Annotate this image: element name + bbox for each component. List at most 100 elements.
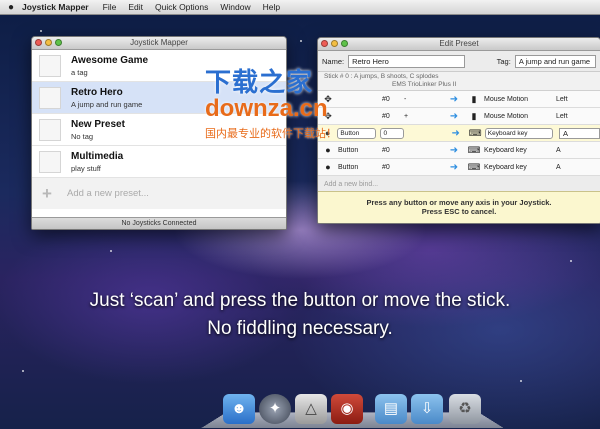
watermark-slogan: 国内最专业的软件下载站！ [205,128,337,140]
arrow-right-icon: ➜ [451,127,460,139]
binding-row[interactable]: ✥ #0 - ➜ ▮ Mouse Motion Left [318,91,600,108]
menu-file[interactable]: File [103,2,117,12]
preset-thumbnail [39,54,61,77]
preset-thumbnail [39,150,61,173]
plus-icon: + [42,183,52,203]
apple-menu-icon[interactable]: ● [0,2,22,13]
window-titlebar[interactable]: Edit Preset [318,38,600,51]
binding-input-type: Button [338,163,359,171]
binding-value: Left [556,112,568,120]
name-field[interactable]: Retro Hero [348,54,465,68]
edit-preset-window: Edit Preset Name: Retro Hero Tag: A jump… [317,37,600,224]
star [520,380,522,382]
binding-row[interactable]: ✥ #0 + ➜ ▮ Mouse Motion Left [318,108,600,125]
index-popup[interactable]: 0 [380,127,404,139]
binding-row[interactable]: ● Button #0 ➜ ⌨ Keyboard key A [318,159,600,176]
binding-sign: - [404,95,407,103]
star [110,250,112,252]
binding-index: #0 [382,146,390,154]
zoom-button[interactable] [341,40,348,47]
input-type-popup[interactable]: Button [337,127,377,139]
joystick-mapper-dock-icon[interactable]: ◉ [331,394,363,424]
preset-name: Retro Hero [71,86,123,98]
star [300,40,302,42]
action-popup[interactable]: Keyboard key [484,127,553,139]
menu-window[interactable]: Window [220,2,250,12]
scan-prompt-overlay: Press any button or move any axis in you… [318,191,600,223]
star [570,260,572,262]
caption-line2: No fiddling necessary. [207,318,393,339]
watermark: 下载之家 downza.cn 国内最专业的软件下载站！ [205,62,337,141]
binding-sign: + [404,112,409,120]
status-bar: No Joysticks Connected [32,217,286,229]
scan-prompt-line1: Press any button or move any axis in you… [366,198,552,207]
arrow-right-icon: ➜ [449,161,459,173]
zoom-button[interactable] [55,39,62,46]
preset-name: Multimedia [71,150,124,162]
preset-tag: play stuff [71,163,101,173]
binding-action: Keyboard key [484,146,527,154]
mouse-icon: ▮ [471,110,477,121]
gamepad-icon: ● [325,145,331,155]
preset-name: New Preset [71,118,125,130]
launchpad-icon[interactable]: ✦ [259,394,291,424]
joystick-model: EMS TrioLinker Plus II [392,81,457,88]
caption-line1: Just ‘scan’ and press the button or move… [89,290,511,311]
binding-input-type: Button [338,146,359,154]
close-button[interactable] [35,39,42,46]
star [40,30,42,32]
arrow-right-icon: ➜ [449,93,459,105]
binding-action: Mouse Motion [484,112,528,120]
binding-row-editing[interactable]: ● Button 0 ➜ ⌨ Keyboard key A [318,125,600,142]
binding-index: #0 [382,163,390,171]
promo-caption: Just ‘scan’ and press the button or move… [0,287,600,343]
gamepad-app-icon[interactable]: △ [295,394,327,424]
keyboard-icon: ⌨ [467,161,481,172]
add-preset-row[interactable]: + Add a new preset... [32,178,286,209]
preset-thumbnail [39,86,61,109]
app-menu[interactable]: Joystick Mapper [22,2,89,12]
menu-help[interactable]: Help [263,2,280,12]
binding-index: #0 [382,112,390,120]
binding-action: Mouse Motion [484,95,528,103]
binding-value: A [556,163,561,171]
keyboard-icon: ⌨ [467,144,481,155]
preset-tag: No tag [71,131,94,141]
star [22,370,24,372]
name-tag-bar: Name: Retro Hero Tag: A jump and run gam… [318,51,600,72]
trash-icon[interactable]: ♻ [449,394,481,424]
window-titlebar[interactable]: Joystick Mapper [32,37,286,50]
menu-edit[interactable]: Edit [128,2,143,12]
menu-quick-options[interactable]: Quick Options [155,2,208,12]
downloads-folder-icon[interactable]: ⇩ [411,394,443,424]
preset-tag: A jump and run game [71,99,143,109]
menu-bar: ● Joystick Mapper File Edit Quick Option… [0,0,600,15]
binding-value: Left [556,95,568,103]
watermark-title: 下载之家 [205,67,314,97]
minimize-button[interactable] [331,40,338,47]
watermark-domain: downza.cn [205,95,328,122]
key-field[interactable]: A [558,127,600,139]
joystick-header: Stick # 0 : A jumps, B shoots, C splodes… [318,72,600,91]
binding-index: #0 [382,95,390,103]
preset-row[interactable]: Multimedia play stuff [32,146,286,178]
tag-field[interactable]: A jump and run game [514,54,596,68]
window-title: Edit Preset [439,39,479,48]
finder-icon[interactable]: ☻ [223,394,255,424]
tag-label: Tag: [496,56,511,66]
minimize-button[interactable] [45,39,52,46]
binding-action: Keyboard key [484,163,527,171]
binding-row[interactable]: ● Button #0 ➜ ⌨ Keyboard key A [318,142,600,159]
arrow-right-icon: ➜ [449,110,459,122]
joystick-description: Stick # 0 : A jumps, B shoots, C splodes [324,73,439,80]
folder-icon[interactable]: ▤ [375,394,407,424]
keyboard-icon: ⌨ [468,127,482,138]
preset-name: Awesome Game [71,54,149,66]
preset-tag: a tag [71,67,88,77]
gamepad-icon: ● [325,162,331,172]
close-button[interactable] [321,40,328,47]
add-preset-label: Add a new preset... [67,188,149,199]
add-bind-row[interactable]: Add a new bind... [318,178,600,192]
binding-value: A [556,146,561,154]
scan-prompt-line2: Press ESC to cancel. [421,207,497,216]
